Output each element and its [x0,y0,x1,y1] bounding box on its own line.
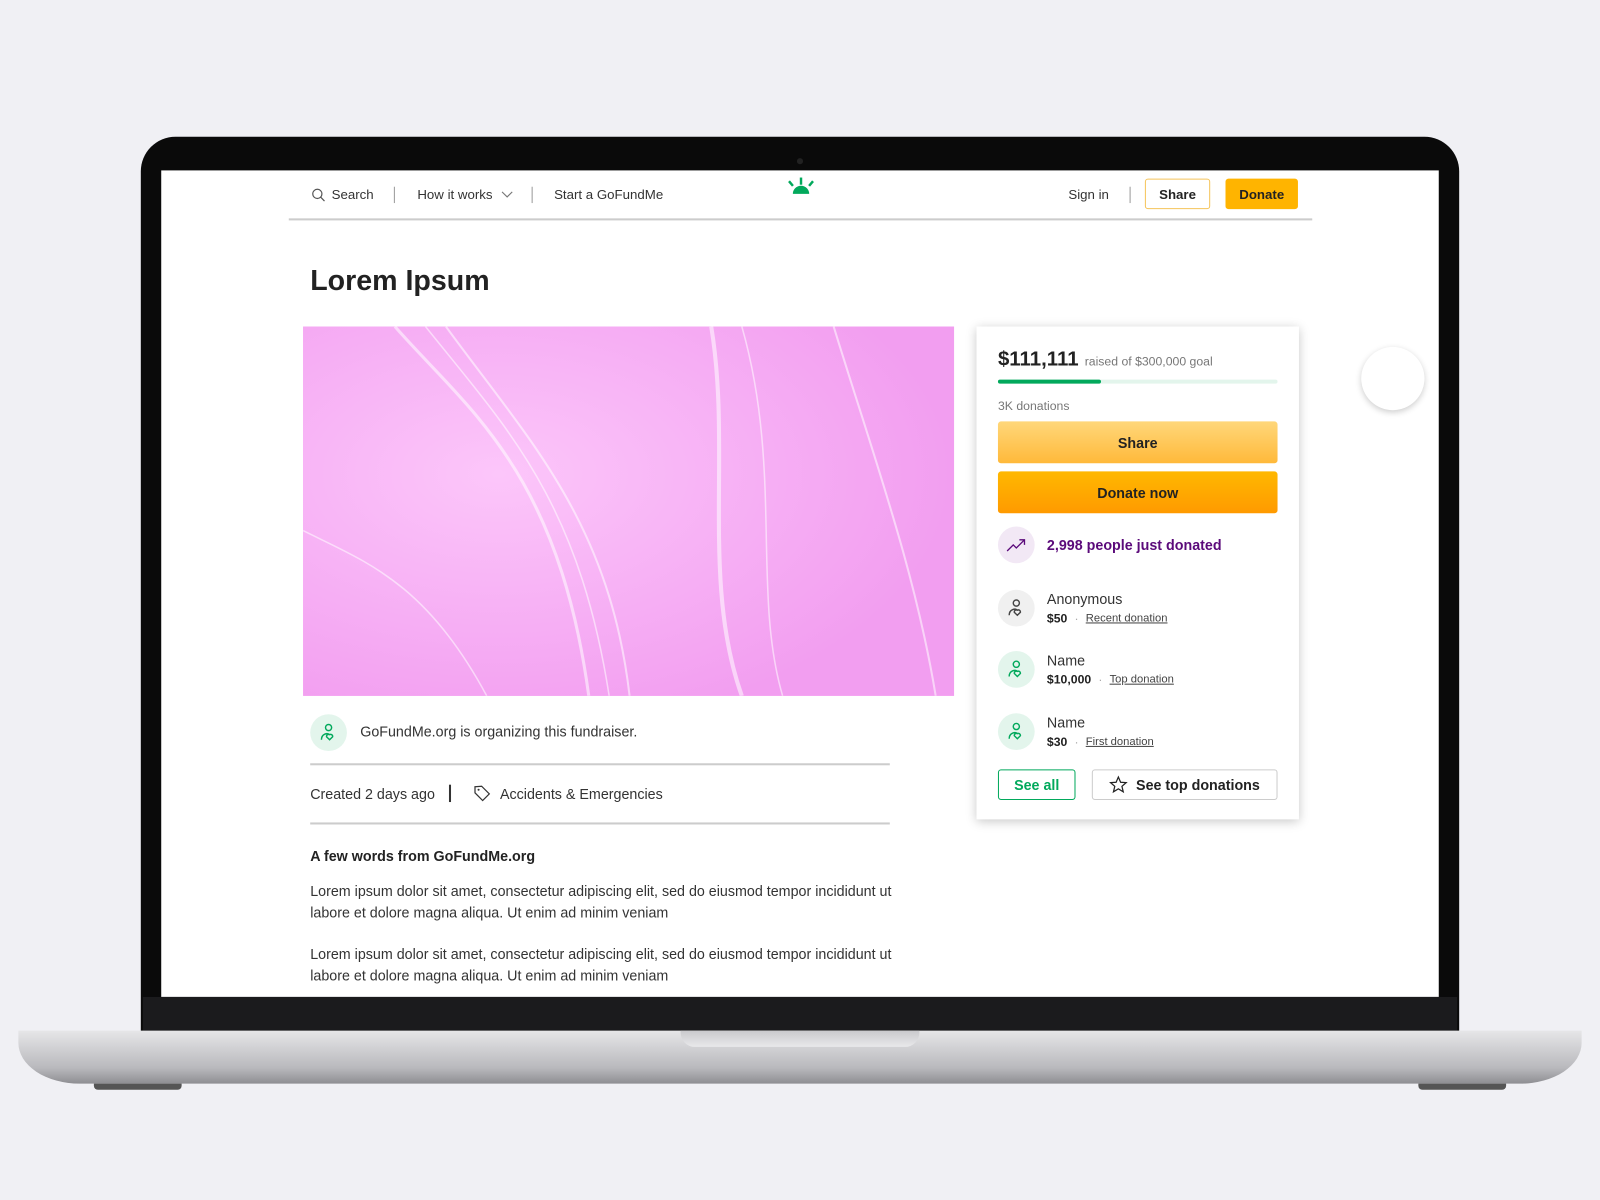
floating-circle-button[interactable] [1361,346,1425,411]
trend-avatar [997,526,1035,564]
donor-avatar [997,713,1035,750]
donation-card: $111,111 raised of $300,000 goal 3K dona… [976,326,1299,820]
donation-amount: $50 [1046,611,1068,626]
how-it-works-menu[interactable]: How it works [417,187,513,202]
user-heart-icon [1008,599,1022,617]
divider [310,822,890,824]
donation-item: Name $30 · First donation [1047,714,1154,749]
category-link[interactable]: Accidents & Emergencies [473,785,663,802]
organizer-text: GoFundMe.org is organizing this fundrais… [360,723,638,740]
donation-type-link[interactable]: Top donation [1110,673,1174,685]
donor-avatar [997,589,1035,627]
donate-now-button[interactable]: Donate now [997,471,1278,514]
amount-raised: $111,111 [997,347,1079,371]
chevron-down-icon [501,190,513,198]
donation-amount: $30 [1046,734,1068,749]
search-icon [312,188,325,201]
organizer-avatar [310,714,347,752]
campaign-image [303,326,955,696]
trending-up-icon [1006,539,1026,552]
separator-dot: · [1074,611,1079,626]
donor-name: Anonymous [1046,590,1123,608]
progress-bar [997,379,1278,384]
share-button[interactable]: Share [1144,178,1211,210]
how-it-works-label: How it works [417,186,493,203]
page-title: Lorem Ipsum [310,264,490,296]
see-top-donations-button[interactable]: See top donations [1091,769,1278,800]
donation-item: Name $10,000 · Top donation [1047,652,1174,687]
divider [393,186,395,204]
laptop-notch [680,1030,920,1047]
donation-type-link[interactable]: First donation [1086,736,1154,748]
story-paragraph: Lorem ipsum dolor sit amet, consectetur … [310,945,892,984]
user-heart-icon [320,723,334,741]
donate-button[interactable]: Donate [1225,178,1298,210]
gofundme-logo-icon[interactable] [787,177,816,196]
laptop-screen: Search How it works Start a GoFundMe Sig… [161,170,1439,997]
divider [1129,186,1131,204]
share-button[interactable]: Share [997,421,1278,464]
see-top-label: See top donations [1136,776,1260,793]
user-heart-icon [1008,660,1022,678]
header-divider [288,218,1313,220]
category-label: Accidents & Emergencies [499,785,663,802]
star-icon [1109,775,1128,794]
see-all-button[interactable]: See all [997,769,1076,800]
separator-dot: · [1098,672,1103,687]
donor-name: Name [1046,714,1086,731]
progress-fill [997,379,1102,384]
donor-name: Name [1046,652,1086,669]
story-heading: A few words from GoFundMe.org [310,847,536,865]
sign-in-link[interactable]: Sign in [1068,187,1109,202]
divider [310,763,890,765]
laptop-foot [1418,1083,1507,1090]
donation-count: 3K donations [997,398,1070,414]
search-button[interactable]: Search [311,186,374,203]
laptop-chin [142,996,1458,1031]
trend-text: 2,998 people just donated [1046,536,1222,554]
donor-avatar [997,651,1035,688]
story-paragraph: Lorem ipsum dolor sit amet, consectetur … [310,882,892,921]
donation-item: Anonymous $50 · Recent donation [1047,591,1168,626]
search-label: Search [331,186,374,203]
created-date: Created 2 days ago [310,785,435,803]
separator-dot: · [1074,734,1079,749]
laptop-foot [93,1083,182,1090]
user-heart-icon [1008,722,1022,740]
goal-text: raised of $300,000 goal [1084,354,1213,369]
donation-amount: $10,000 [1046,672,1092,687]
start-gofundme-link[interactable]: Start a GoFundMe [554,187,663,202]
divider [448,784,451,803]
tag-icon [474,785,491,802]
donation-type-link[interactable]: Recent donation [1086,612,1168,624]
camera [796,158,804,165]
divider [531,186,533,204]
